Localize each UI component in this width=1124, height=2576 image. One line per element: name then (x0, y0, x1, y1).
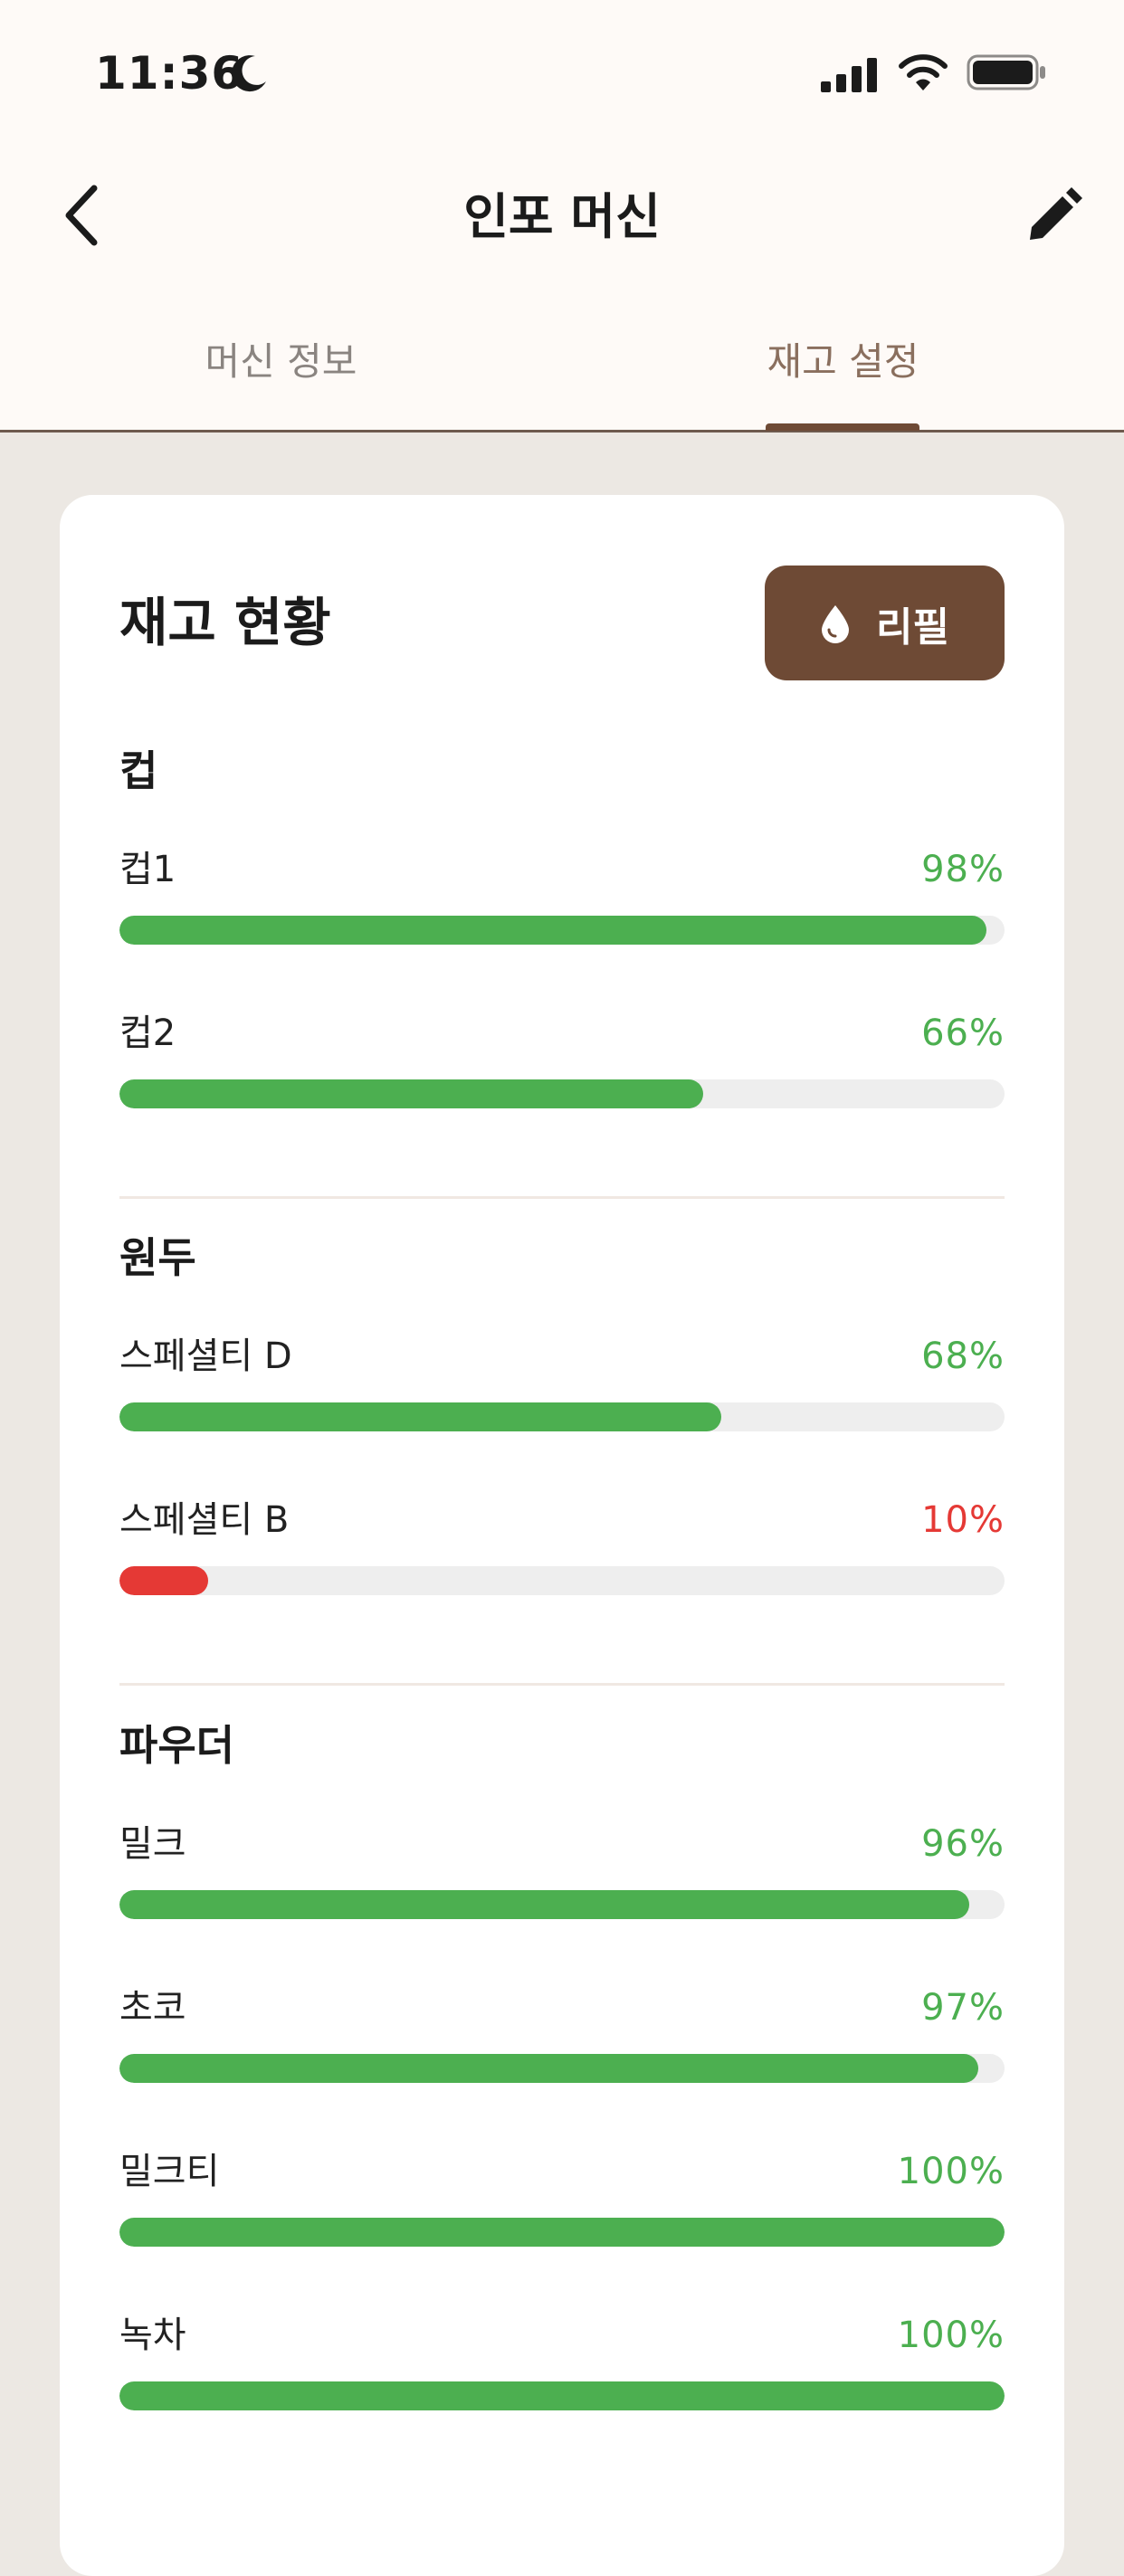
tab-machine-info[interactable]: 머신 정보 (0, 335, 562, 389)
stock-bar-fill (119, 2218, 1005, 2247)
item-label: 컵2 (119, 1012, 176, 1054)
item-percent: 66% (921, 1012, 1005, 1054)
card-title: 재고 현황 (119, 592, 331, 653)
item-label: 녹차 (119, 2315, 186, 2356)
edit-pencil-icon[interactable] (1021, 185, 1084, 249)
item-percent: 97% (921, 1987, 1005, 2029)
item-label: 밀크 (119, 1823, 186, 1865)
status-time: 11:36 (95, 47, 244, 100)
tab-stock-settings[interactable]: 재고 설정 (562, 335, 1124, 389)
stock-bar (119, 2381, 1005, 2410)
stock-bar (119, 2054, 1005, 2083)
stock-bar (119, 1566, 1005, 1595)
active-tab-indicator (766, 423, 919, 431)
item-percent: 100% (897, 2151, 1005, 2192)
stock-bar (119, 916, 1005, 945)
battery-icon (967, 54, 1045, 90)
section-title-cup: 컵 (119, 746, 158, 795)
stock-bar-fill (119, 1402, 722, 1431)
header-area: 11:36 인포 머신 머신 정보 재고 설정 (0, 0, 1124, 433)
item-label: 밀크티 (119, 2151, 220, 2192)
page-title: 인포 머신 (463, 188, 661, 245)
section-divider (119, 1196, 1005, 1199)
stock-bar (119, 2218, 1005, 2247)
stock-bar (119, 1890, 1005, 1919)
stock-bar-fill (119, 916, 987, 945)
wifi-icon (899, 54, 948, 90)
item-percent: 68% (921, 1336, 1005, 1377)
moon-icon (232, 55, 266, 92)
item-percent: 96% (921, 1823, 1005, 1865)
item-percent: 10% (921, 1499, 1005, 1541)
item-percent: 100% (897, 2315, 1005, 2356)
stock-bar-fill (119, 2381, 1005, 2410)
section-divider (119, 1683, 1005, 1686)
item-label: 스페셜티 D (119, 1336, 292, 1377)
water-drop-icon (822, 604, 850, 643)
stock-bar-fill (119, 1079, 704, 1108)
stock-bar (119, 1402, 1005, 1431)
stock-bar (119, 1079, 1005, 1108)
refill-label: 리필 (876, 604, 949, 651)
cellular-signal-icon (821, 58, 877, 92)
stock-bar-fill (119, 1566, 208, 1595)
stock-bar-fill (119, 1890, 969, 1919)
stock-bar-fill (119, 2054, 978, 2083)
item-percent: 98% (921, 849, 1005, 890)
refill-button[interactable]: 리필 (765, 566, 1005, 680)
item-label: 컵1 (119, 849, 176, 890)
section-title-powder: 파우더 (119, 1721, 234, 1770)
section-title-beans: 원두 (119, 1233, 196, 1282)
item-label: 초코 (119, 1987, 186, 2029)
item-label: 스페셜티 B (119, 1499, 290, 1541)
